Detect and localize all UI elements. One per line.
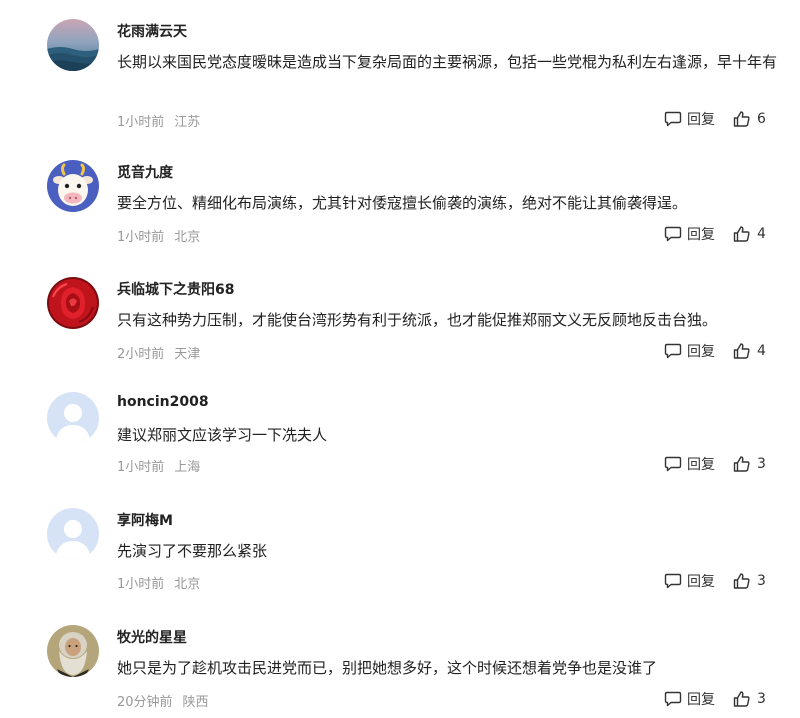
- comment-actions: 回复 6: [664, 109, 766, 129]
- comment-actions: 回复 3: [664, 571, 766, 591]
- comment-time: 1小时前: [117, 115, 165, 130]
- like-count: 6: [757, 111, 766, 127]
- comment-text: 先演习了不要那么紧张: [117, 542, 268, 560]
- comment-time: 20分钟前: [117, 695, 173, 710]
- comment-time: 1小时前: [117, 577, 165, 592]
- comment-meta: 20分钟前 陕西: [117, 691, 209, 710]
- like-button[interactable]: 3: [733, 572, 766, 590]
- thumbs-up-icon: [733, 691, 750, 707]
- default-user-avatar-icon: [47, 508, 99, 560]
- like-count: 3: [757, 573, 766, 589]
- cartoon-cow-avatar-icon: [47, 160, 99, 212]
- comment-location: 天津: [174, 347, 201, 362]
- comment-location: 上海: [174, 460, 201, 475]
- speech-bubble-icon: [664, 456, 682, 472]
- like-count: 4: [757, 343, 766, 359]
- speech-bubble-icon: [664, 111, 682, 127]
- username[interactable]: 花雨满云天: [117, 21, 187, 41]
- like-count: 3: [757, 456, 766, 472]
- like-button[interactable]: 3: [733, 455, 766, 473]
- comment-location: 江苏: [174, 115, 201, 130]
- bearded-man-portrait-avatar-icon: [47, 625, 99, 677]
- comment-meta: 1小时前 北京: [117, 573, 200, 592]
- like-button[interactable]: 3: [733, 690, 766, 708]
- comment-text: 只有这种势力压制，才能使台湾形势有利于统派，也才能促推郑丽文义无反顾地反击台独。: [117, 311, 718, 329]
- comment-time: 2小时前: [117, 347, 165, 362]
- thumbs-up-icon: [733, 226, 750, 242]
- thumbs-up-icon: [733, 111, 750, 127]
- comment-actions: 回复 4: [664, 224, 766, 244]
- user-avatar[interactable]: [47, 277, 99, 329]
- comment-meta: 1小时前 江苏: [117, 111, 200, 130]
- reply-button[interactable]: 回复: [664, 689, 715, 709]
- thumbs-up-icon: [733, 456, 750, 472]
- speech-bubble-icon: [664, 226, 682, 242]
- comment-time: 1小时前: [117, 460, 165, 475]
- comment-location: 北京: [174, 577, 201, 592]
- comment-meta: 1小时前 北京: [117, 226, 200, 245]
- comment-meta: 1小时前 上海: [117, 456, 200, 475]
- reply-label: 回复: [687, 574, 715, 590]
- comment-text: 要全方位、精细化布局演练，尤其针对倭寇擅长偷袭的演练，绝对不能让其偷袭得逞。: [117, 194, 688, 212]
- default-user-avatar-icon: [47, 392, 99, 444]
- like-button[interactable]: 4: [733, 342, 766, 360]
- username[interactable]: 兵临城下之贵阳68: [117, 279, 234, 299]
- reply-label: 回复: [687, 227, 715, 243]
- ocean-wave-avatar-icon: [47, 19, 99, 71]
- comment-meta: 2小时前 天津: [117, 343, 200, 362]
- reply-button[interactable]: 回复: [664, 454, 715, 474]
- username[interactable]: 享阿梅M: [117, 510, 173, 530]
- comment-text: 长期以来国民党态度暧昧是造成当下复杂局面的主要祸源，包括一些党棍为私利左右逢源，…: [117, 53, 778, 71]
- red-rose-avatar-icon: [47, 277, 99, 329]
- reply-button[interactable]: 回复: [664, 571, 715, 591]
- reply-label: 回复: [687, 344, 715, 360]
- reply-label: 回复: [687, 457, 715, 473]
- like-button[interactable]: 6: [733, 110, 766, 128]
- username[interactable]: 觅音九度: [117, 162, 173, 182]
- thumbs-up-icon: [733, 573, 750, 589]
- speech-bubble-icon: [664, 691, 682, 707]
- comment-actions: 回复 3: [664, 689, 766, 709]
- reply-label: 回复: [687, 112, 715, 128]
- user-avatar[interactable]: [47, 392, 99, 444]
- speech-bubble-icon: [664, 343, 682, 359]
- comment-list: 花雨满云天 长期以来国民党态度暧昧是造成当下复杂局面的主要祸源，包括一些党棍为私…: [0, 0, 800, 718]
- comment-actions: 回复 3: [664, 454, 766, 474]
- comment-text: 她只是为了趁机攻击民进党而已，别把她想多好，这个时候还想着党争也是没谁了: [117, 659, 658, 677]
- user-avatar[interactable]: [47, 625, 99, 677]
- like-count: 4: [757, 226, 766, 242]
- user-avatar[interactable]: [47, 160, 99, 212]
- comment-location: 陕西: [182, 695, 209, 710]
- user-avatar[interactable]: [47, 19, 99, 71]
- reply-button[interactable]: 回复: [664, 341, 715, 361]
- comment-actions: 回复 4: [664, 341, 766, 361]
- username[interactable]: honcin2008: [117, 394, 209, 410]
- thumbs-up-icon: [733, 343, 750, 359]
- speech-bubble-icon: [664, 573, 682, 589]
- reply-button[interactable]: 回复: [664, 109, 715, 129]
- comment-time: 1小时前: [117, 230, 165, 245]
- comment-location: 北京: [174, 230, 201, 245]
- like-button[interactable]: 4: [733, 225, 766, 243]
- reply-label: 回复: [687, 692, 715, 708]
- comment-text: 建议郑丽文应该学习一下冼夫人: [117, 426, 328, 444]
- reply-button[interactable]: 回复: [664, 224, 715, 244]
- user-avatar[interactable]: [47, 508, 99, 560]
- username[interactable]: 牧光的星星: [117, 627, 187, 647]
- like-count: 3: [757, 691, 766, 707]
